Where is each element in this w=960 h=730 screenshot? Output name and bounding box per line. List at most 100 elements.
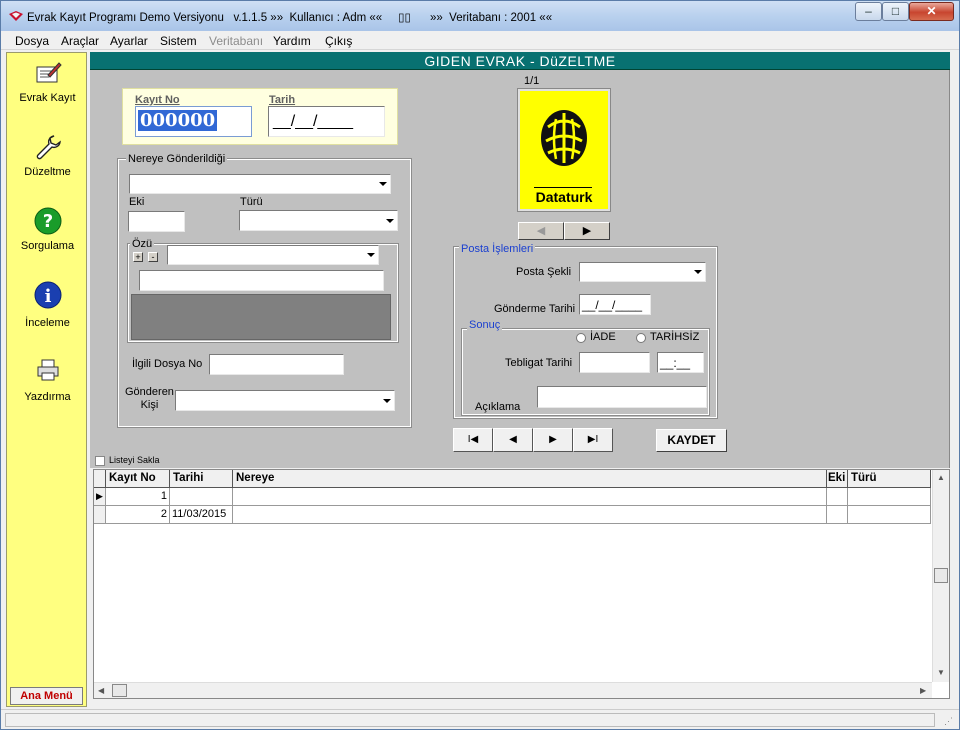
cell-eki — [827, 506, 848, 524]
aciklama-field[interactable] — [537, 386, 707, 408]
main-menu-button[interactable]: Ana Menü — [10, 687, 83, 705]
resize-grip-icon[interactable]: ⋰ — [944, 716, 953, 727]
cell-nereye — [233, 506, 827, 524]
sidebar-item-sorgulama[interactable]: ? Sorgulama — [7, 207, 88, 259]
first-record-button[interactable]: I◀ — [453, 428, 493, 452]
records-table: Kayıt No Tarihi Nereye Eki Türü ▶ 1 2 11… — [93, 469, 950, 699]
tebligat-time-field[interactable]: __:__ — [657, 352, 704, 373]
column-eki[interactable]: Eki — [827, 470, 848, 488]
chevron-down-icon — [383, 398, 391, 403]
column-turu[interactable]: Türü — [848, 470, 931, 488]
minus-button[interactable]: - — [148, 252, 158, 262]
vertical-scrollbar[interactable]: ▲ ▼ — [932, 470, 949, 682]
scroll-thumb[interactable] — [934, 568, 948, 583]
hscroll-thumb[interactable] — [112, 684, 127, 697]
row-indicator — [94, 506, 106, 524]
cell-nereye — [233, 488, 827, 506]
keep-list-label: Listeyi Sakla — [109, 455, 160, 465]
posta-sekli-label: Posta Şekli — [516, 266, 572, 278]
ilgili-dosya-field[interactable] — [209, 354, 344, 375]
tarih-value: __/__/____ — [273, 113, 354, 130]
document-edit-icon — [36, 62, 62, 83]
printer-icon — [37, 359, 59, 381]
cell-kayit-no: 2 — [106, 506, 170, 524]
menu-bar: Dosya Araçlar Ayarlar Sistem Veritabanı … — [1, 31, 959, 50]
nereye-combo[interactable] — [129, 174, 391, 194]
chevron-down-icon — [694, 270, 702, 274]
nereye-label: Nereye Gönderildiği — [126, 153, 228, 165]
prev-record-button[interactable]: ◀ — [493, 428, 533, 452]
menu-cikis[interactable]: Çıkış — [325, 34, 352, 48]
chevron-down-icon — [386, 218, 394, 223]
image-next-button[interactable]: ▶ — [564, 222, 610, 240]
menu-ayarlar[interactable]: Ayarlar — [110, 34, 148, 48]
table-row[interactable]: ▶ 1 — [94, 488, 931, 506]
edit-form-panel: GIDEN EVRAK - DüZELTME Kayıt No Tarih 00… — [90, 52, 950, 468]
menu-sistem[interactable]: Sistem — [160, 34, 197, 48]
menu-yardim[interactable]: Yardım — [273, 34, 311, 48]
scroll-up-icon[interactable]: ▲ — [937, 473, 945, 482]
gonderen-label: Gönderen Kişi — [125, 386, 174, 411]
menu-veritabani[interactable]: Veritabanı — [209, 34, 263, 48]
image-prev-button[interactable]: ◀ — [518, 222, 564, 240]
question-icon: ? — [34, 207, 62, 235]
status-bar: ⋰ — [1, 709, 959, 729]
last-record-button[interactable]: ▶I — [573, 428, 613, 452]
column-tarihi[interactable]: Tarihi — [170, 470, 233, 488]
iade-label: İADE — [590, 331, 616, 343]
sidebar-item-label: Sorgulama — [20, 240, 75, 252]
column-kayit-no[interactable]: Kayıt No — [106, 470, 170, 488]
table-row[interactable]: 2 11/03/2015 — [94, 506, 931, 524]
tebligat-time-value: __:__ — [660, 356, 691, 370]
scroll-left-icon[interactable]: ◀ — [98, 686, 104, 695]
horizontal-scrollbar[interactable]: ◀ ▶ — [94, 682, 932, 698]
scroll-down-icon[interactable]: ▼ — [937, 668, 945, 677]
gonderme-tarihi-field[interactable]: __/__/____ — [579, 294, 651, 315]
tarih-field[interactable]: __/__/____ — [268, 106, 385, 137]
eki-field[interactable] — [128, 211, 185, 232]
sidebar-item-duzeltme[interactable]: Düzeltme — [7, 133, 88, 185]
ozu-memo[interactable] — [131, 294, 391, 340]
page-title: GIDEN EVRAK - DüZELTME — [90, 52, 950, 70]
sidebar: Evrak Kayıt Düzeltme ? Sorgulama i İncel… — [6, 52, 87, 707]
menu-araclar[interactable]: Araçlar — [61, 34, 99, 48]
cell-turu — [848, 488, 931, 506]
sidebar-item-evrak-kayit[interactable]: Evrak Kayıt — [7, 59, 88, 111]
tarih-label: Tarih — [269, 94, 296, 106]
chevron-down-icon — [367, 253, 375, 257]
menu-dosya[interactable]: Dosya — [15, 34, 49, 48]
tarihsiz-label: TARİHSİZ — [650, 331, 700, 343]
current-row-indicator: ▶ — [94, 488, 106, 506]
dataturk-logo — [541, 110, 587, 166]
sidebar-item-inceleme[interactable]: i İnceleme — [7, 281, 88, 333]
title-bar[interactable]: Evrak Kayıt Programı Demo Versiyonu v.1.… — [1, 1, 959, 31]
aciklama-label: Açıklama — [475, 401, 521, 413]
keep-list-checkbox[interactable] — [95, 456, 105, 466]
ozu-text-field[interactable] — [139, 270, 384, 291]
wrench-icon — [36, 135, 61, 160]
image-counter: 1/1 — [524, 75, 540, 87]
app-logo-icon — [9, 11, 23, 21]
minimize-button[interactable]: – — [855, 2, 882, 21]
maximize-button[interactable]: □ — [882, 2, 909, 21]
posta-sekli-combo[interactable] — [579, 262, 706, 282]
next-record-button[interactable]: ▶ — [533, 428, 573, 452]
kayit-no-label: Kayıt No — [135, 94, 180, 106]
kayit-no-field[interactable]: 000000 — [135, 106, 252, 137]
cell-eki — [827, 488, 848, 506]
sidebar-item-yazdirma[interactable]: Yazdırma — [7, 357, 88, 407]
scroll-right-icon[interactable]: ▶ — [920, 686, 926, 695]
turu-combo[interactable] — [239, 210, 398, 231]
column-nereye[interactable]: Nereye — [233, 470, 827, 488]
app-window: Evrak Kayıt Programı Demo Versiyonu v.1.… — [0, 0, 960, 730]
plus-button[interactable]: + — [133, 252, 143, 262]
tebligat-tarihi-field[interactable] — [579, 352, 650, 373]
close-button[interactable]: ✕ — [909, 2, 954, 21]
gonderen-combo[interactable] — [175, 390, 395, 411]
tarihsiz-radio[interactable] — [636, 333, 646, 343]
record-header-box: Kayıt No Tarih 000000 __/__/____ — [122, 88, 398, 145]
cell-tarihi — [170, 488, 233, 506]
iade-radio[interactable] — [576, 333, 586, 343]
ozu-combo[interactable] — [167, 245, 379, 265]
save-button[interactable]: KAYDET — [656, 429, 727, 452]
